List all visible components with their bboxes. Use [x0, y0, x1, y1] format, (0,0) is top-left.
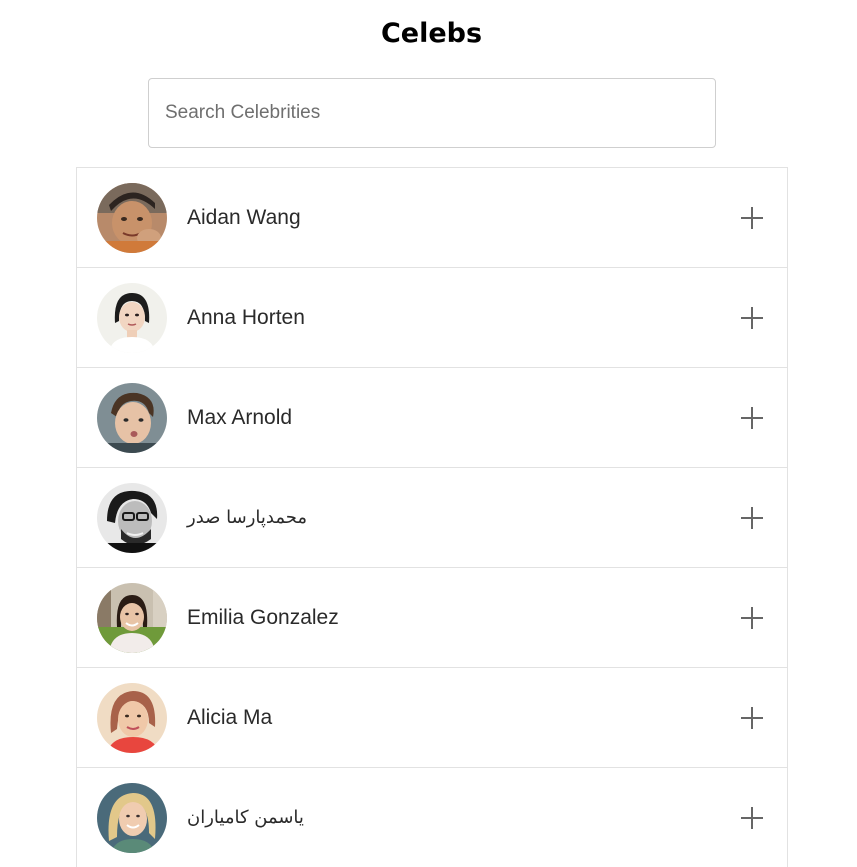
plus-icon[interactable]: [741, 707, 763, 729]
celeb-name: یاسمن کامیاران: [187, 807, 304, 828]
celeb-name: Emilia Gonzalez: [187, 606, 339, 629]
plus-icon[interactable]: [741, 207, 763, 229]
celeb-list: Aidan Wang Anna Horten Max Arnold محمدپا…: [76, 167, 788, 867]
search-input[interactable]: [148, 78, 716, 148]
celeb-row[interactable]: Alicia Ma: [76, 668, 788, 768]
celeb-name: Aidan Wang: [187, 206, 301, 229]
celeb-name: Alicia Ma: [187, 706, 273, 729]
celeb-name: Max Arnold: [187, 406, 293, 429]
celeb-row[interactable]: Max Arnold: [76, 368, 788, 468]
avatar: [97, 783, 167, 853]
avatar: [97, 383, 167, 453]
page: Celebs Aidan Wang: [0, 0, 857, 867]
avatar: [97, 183, 167, 253]
celeb-row[interactable]: Aidan Wang: [76, 168, 788, 268]
avatar: [97, 483, 167, 553]
avatar: [97, 283, 167, 353]
page-title: Celebs: [380, 18, 483, 49]
avatar: [97, 583, 167, 653]
plus-icon[interactable]: [741, 607, 763, 629]
plus-icon[interactable]: [741, 507, 763, 529]
celeb-name: Anna Horten: [187, 306, 305, 329]
celeb-row[interactable]: Anna Horten: [76, 268, 788, 368]
celeb-row[interactable]: یاسمن کامیاران: [76, 768, 788, 867]
avatar: [97, 683, 167, 753]
celeb-name: محمدپارسا صدر: [187, 507, 308, 528]
plus-icon[interactable]: [741, 407, 763, 429]
celeb-row[interactable]: Emilia Gonzalez: [76, 568, 788, 668]
plus-icon[interactable]: [741, 807, 763, 829]
plus-icon[interactable]: [741, 307, 763, 329]
celeb-row[interactable]: محمدپارسا صدر: [76, 468, 788, 568]
